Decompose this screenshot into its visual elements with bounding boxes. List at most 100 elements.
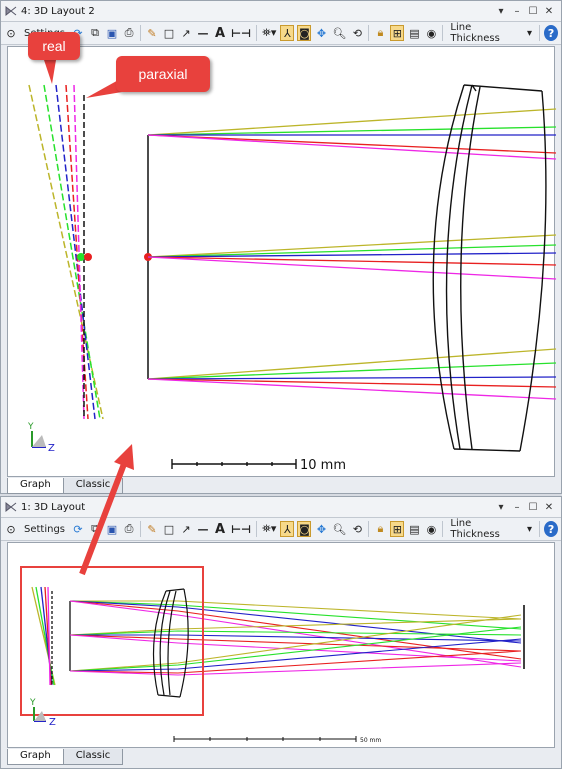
real-callout: real [28, 32, 80, 60]
paraxial-callout: paraxial [116, 56, 210, 92]
scale-bar [171, 459, 297, 469]
settings-chevron-icon[interactable]: ⊙ [4, 521, 18, 537]
window-icon[interactable]: ▤ [407, 25, 421, 41]
ray [147, 256, 556, 266]
tab-graph[interactable]: Graph [7, 749, 64, 765]
ray [69, 634, 522, 662]
tab-graph[interactable]: Graph [7, 478, 64, 494]
image-plane-fan [28, 84, 104, 420]
lens-edge [157, 694, 181, 698]
ray [147, 362, 556, 380]
axis-z-label: Z [48, 443, 55, 454]
line-thickness-label: Line Thickness [450, 22, 500, 44]
line-thickness-dropdown[interactable]: Line Thickness ▾ [447, 22, 535, 44]
axis-y-label: Y [29, 698, 36, 708]
timer-icon[interactable]: ◉ [424, 25, 438, 41]
line-icon[interactable]: — [196, 25, 210, 41]
tab-classic[interactable]: Classic [62, 749, 124, 765]
zoom-icon[interactable]: 🔍︎ [331, 25, 347, 41]
layout-icon [5, 501, 17, 513]
pan-icon[interactable]: ✥ [314, 25, 328, 41]
line-icon[interactable]: — [196, 521, 210, 537]
lens-edge [453, 448, 521, 452]
title-bar[interactable]: 1: 3D Layout ▾ – ☐ ✕ [1, 497, 561, 518]
axis-y-label: Y [27, 422, 34, 432]
title-bar[interactable]: 4: 3D Layout 2 ▾ – ☐ ✕ [1, 1, 561, 22]
rectangle-icon[interactable]: □ [162, 521, 176, 537]
toolbar-separator [256, 521, 258, 537]
close-icon[interactable]: ✕ [541, 502, 557, 513]
tab-classic[interactable]: Classic [62, 478, 124, 494]
print-icon[interactable]: ⎙ [122, 521, 136, 537]
window-title: 1: 3D Layout [21, 501, 86, 513]
save-icon[interactable]: ▣ [105, 25, 119, 41]
pencil-icon[interactable]: ✎ [145, 521, 159, 537]
rectangle-icon[interactable]: □ [162, 25, 176, 41]
lock-icon[interactable]: 🔒︎ [373, 25, 387, 41]
window-icon[interactable]: ▤ [407, 521, 421, 537]
rotate-view-icon[interactable]: ⛯▾ [261, 521, 277, 537]
lock-icon[interactable]: 🔒︎ [373, 521, 387, 537]
refresh-icon[interactable]: ⟳ [71, 521, 85, 537]
layout-canvas[interactable]: Y Z 10 mm [7, 46, 556, 477]
lens-edge [165, 588, 185, 592]
chief-ray-point-red [84, 253, 92, 261]
maximize-icon[interactable]: ☐ [525, 6, 541, 17]
layout-icon [5, 5, 17, 17]
scale-bar [173, 736, 357, 742]
chief-ray-point-green [77, 253, 85, 261]
save-icon[interactable]: ▣ [105, 521, 119, 537]
real-ray-magenta [73, 84, 85, 420]
copy-icon[interactable]: ⧉ [88, 521, 102, 537]
minimize-icon[interactable]: – [509, 502, 525, 513]
timer-icon[interactable]: ◉ [424, 521, 438, 537]
pan-icon[interactable]: ✥ [314, 521, 328, 537]
view-tabs: Graph Classic [7, 749, 124, 765]
ray [147, 348, 556, 380]
camera-icon[interactable]: ◙ [297, 521, 312, 537]
rotate-view-icon[interactable]: ⛯▾ [261, 25, 277, 41]
fit-view-icon[interactable]: ⊞ [390, 25, 405, 41]
toolbar-separator [140, 25, 141, 41]
toolbar: ⊙ Settings ⟳ ⧉ ▣ ⎙ ✎ □ ↗ — A ⊢⊣ ⛯▾ ⅄ ◙ ✥… [1, 518, 561, 541]
layout-canvas[interactable]: Y Z 50 mm [7, 542, 555, 748]
help-icon[interactable]: ? [544, 521, 559, 537]
view-tabs: Graph Classic [7, 478, 124, 494]
line-thickness-label: Line Thickness [450, 518, 500, 540]
pencil-icon[interactable]: ✎ [145, 25, 159, 41]
scale-label: 10 mm [300, 458, 346, 473]
ray [147, 134, 556, 160]
help-icon[interactable]: ? [544, 25, 559, 41]
layout-window-top: 4: 3D Layout 2 ▾ – ☐ ✕ ⊙ Settings ⟳ ⧉ ▣ … [0, 0, 562, 494]
arrow-icon[interactable]: ↗ [179, 25, 193, 41]
minimize-icon[interactable]: – [509, 6, 525, 17]
dropdown-icon[interactable]: ▾ [493, 502, 509, 513]
copy-icon[interactable]: ⧉ [88, 25, 102, 41]
toolbar-separator [442, 521, 444, 537]
toolbar-separator [256, 25, 258, 41]
dropdown-icon[interactable]: ▾ [493, 6, 509, 17]
arrow-icon[interactable]: ↗ [179, 521, 193, 537]
fit-view-icon[interactable]: ⊞ [390, 521, 405, 537]
dimension-icon[interactable]: ⊢⊣ [230, 25, 252, 41]
optical-layout-plot: Y Z 50 mm [20, 566, 525, 744]
reset-view-icon[interactable]: ⟲ [350, 521, 364, 537]
real-ray-yellow [28, 84, 104, 420]
text-icon[interactable]: A [213, 521, 227, 537]
maximize-icon[interactable]: ☐ [525, 502, 541, 513]
line-thickness-dropdown[interactable]: Line Thickness ▾ [447, 518, 535, 540]
reset-view-icon[interactable]: ⟲ [350, 25, 364, 41]
ray [147, 134, 556, 154]
settings-chevron-icon[interactable]: ⊙ [4, 25, 18, 41]
settings-button[interactable]: Settings [21, 521, 68, 537]
text-icon[interactable]: A [213, 25, 227, 41]
toolbar-separator [368, 25, 370, 41]
axes-icon[interactable]: ⅄ [280, 25, 295, 41]
camera-icon[interactable]: ◙ [297, 25, 312, 41]
print-icon[interactable]: ⎙ [122, 25, 136, 41]
close-icon[interactable]: ✕ [541, 6, 557, 17]
axis-z-label: Z [49, 717, 56, 728]
dimension-icon[interactable]: ⊢⊣ [230, 521, 252, 537]
axes-icon[interactable]: ⅄ [280, 521, 295, 537]
zoom-icon[interactable]: 🔍︎ [331, 521, 347, 537]
